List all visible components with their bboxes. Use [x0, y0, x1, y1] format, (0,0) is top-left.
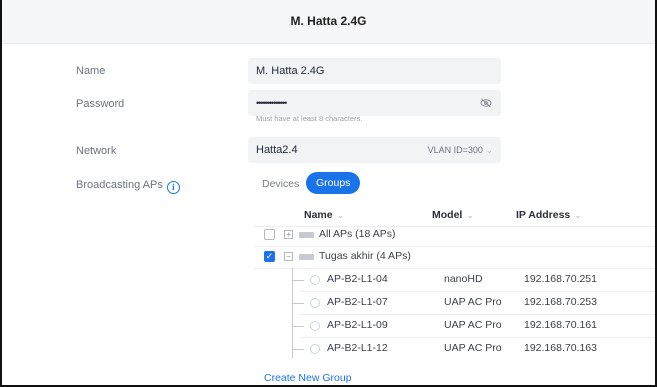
chevron-down-icon: ⌄ — [336, 210, 345, 220]
column-model-label: Model — [432, 209, 463, 221]
expand-icon[interactable]: + — [284, 230, 293, 239]
page-title: M. Hatta 2.4G — [290, 14, 367, 28]
column-header-ip[interactable]: IP Address ⌄ — [516, 209, 582, 221]
network-label: Network — [76, 145, 117, 157]
column-header-model[interactable]: Model ⌄ — [432, 209, 474, 221]
chevron-down-icon: ⌄ — [574, 210, 582, 220]
password-value: •••••••••••••• — [256, 98, 287, 108]
tab-groups[interactable]: Groups — [306, 172, 361, 194]
tree-branch — [292, 349, 304, 350]
group-name: Tugas akhir (4 APs) — [319, 250, 411, 262]
password-field[interactable]: •••••••••••••• — [248, 90, 501, 116]
vlan-id-text: VLAN ID=300 — [427, 145, 483, 155]
create-new-group-link[interactable]: Create New Group — [264, 372, 352, 384]
network-value: Hatta2.4 — [256, 144, 298, 156]
collapse-icon[interactable]: − — [284, 252, 293, 261]
name-value: M. Hatta 2.4G — [256, 65, 325, 77]
ap-ip: 192.168.70.251 — [524, 273, 597, 285]
broadcasting-aps-row: Broadcasting APs i — [76, 179, 180, 194]
tree-branch — [292, 326, 304, 327]
column-name-label: Name — [304, 209, 333, 221]
tree-branch — [292, 280, 304, 281]
network-select[interactable]: Hatta2.4 VLAN ID=300 ⌄ — [248, 137, 501, 163]
password-hint: Must have at least 8 characters. — [256, 114, 363, 123]
access-point-icon — [310, 298, 320, 308]
name-label: Name — [76, 65, 106, 77]
ap-ip: 192.168.70.253 — [524, 296, 597, 308]
chevron-down-icon: ⌄ — [466, 210, 474, 220]
group-name: All APs (18 APs) — [319, 228, 396, 240]
ap-row[interactable]: AP-B2-L1-09 UAP AC Pro 192.168.70.161 — [254, 315, 655, 337]
chevron-down-icon: ⌄ — [485, 145, 493, 155]
ap-name: AP-B2-L1-04 — [327, 273, 388, 285]
ap-row[interactable]: AP-B2-L1-04 nanoHD 192.168.70.251 — [254, 269, 655, 291]
access-point-icon — [310, 275, 320, 285]
eye-slash-icon[interactable] — [480, 98, 492, 111]
tree-branch — [292, 303, 304, 304]
ap-group-icon — [299, 254, 314, 260]
ap-model: UAP AC Pro — [444, 342, 502, 354]
ap-ip: 192.168.70.163 — [524, 342, 597, 354]
name-field[interactable]: M. Hatta 2.4G — [248, 58, 501, 84]
checkbox[interactable] — [264, 229, 275, 240]
info-icon[interactable]: i — [166, 181, 180, 194]
group-row-tugas-akhir[interactable]: ✓ − Tugas akhir (4 APs) — [254, 246, 655, 268]
column-header-name[interactable]: Name ⌄ — [304, 209, 344, 221]
ap-group-icon — [299, 232, 314, 238]
ap-name: AP-B2-L1-07 — [327, 296, 388, 308]
ap-row[interactable]: AP-B2-L1-12 UAP AC Pro 192.168.70.163 — [254, 338, 655, 360]
access-point-icon — [310, 321, 320, 331]
broadcasting-aps-label: Broadcasting APs — [76, 179, 163, 191]
ap-ip: 192.168.70.161 — [524, 319, 597, 331]
panel-header: M. Hatta 2.4G — [2, 0, 655, 44]
tab-devices[interactable]: Devices — [262, 178, 299, 190]
checkbox-checked[interactable]: ✓ — [264, 251, 275, 262]
ap-name: AP-B2-L1-09 — [327, 319, 388, 331]
password-label: Password — [76, 98, 125, 110]
column-ip-label: IP Address — [516, 209, 571, 221]
ap-name: AP-B2-L1-12 — [327, 342, 388, 354]
access-point-icon — [310, 344, 320, 354]
group-row-all-aps[interactable]: + All APs (18 APs) — [254, 224, 655, 246]
ap-model: UAP AC Pro — [444, 296, 502, 308]
ap-model: UAP AC Pro — [444, 319, 502, 331]
vlan-id: VLAN ID=300 ⌄ — [428, 145, 493, 156]
ap-row[interactable]: AP-B2-L1-07 UAP AC Pro 192.168.70.253 — [254, 292, 655, 314]
ap-model: nanoHD — [444, 273, 483, 285]
